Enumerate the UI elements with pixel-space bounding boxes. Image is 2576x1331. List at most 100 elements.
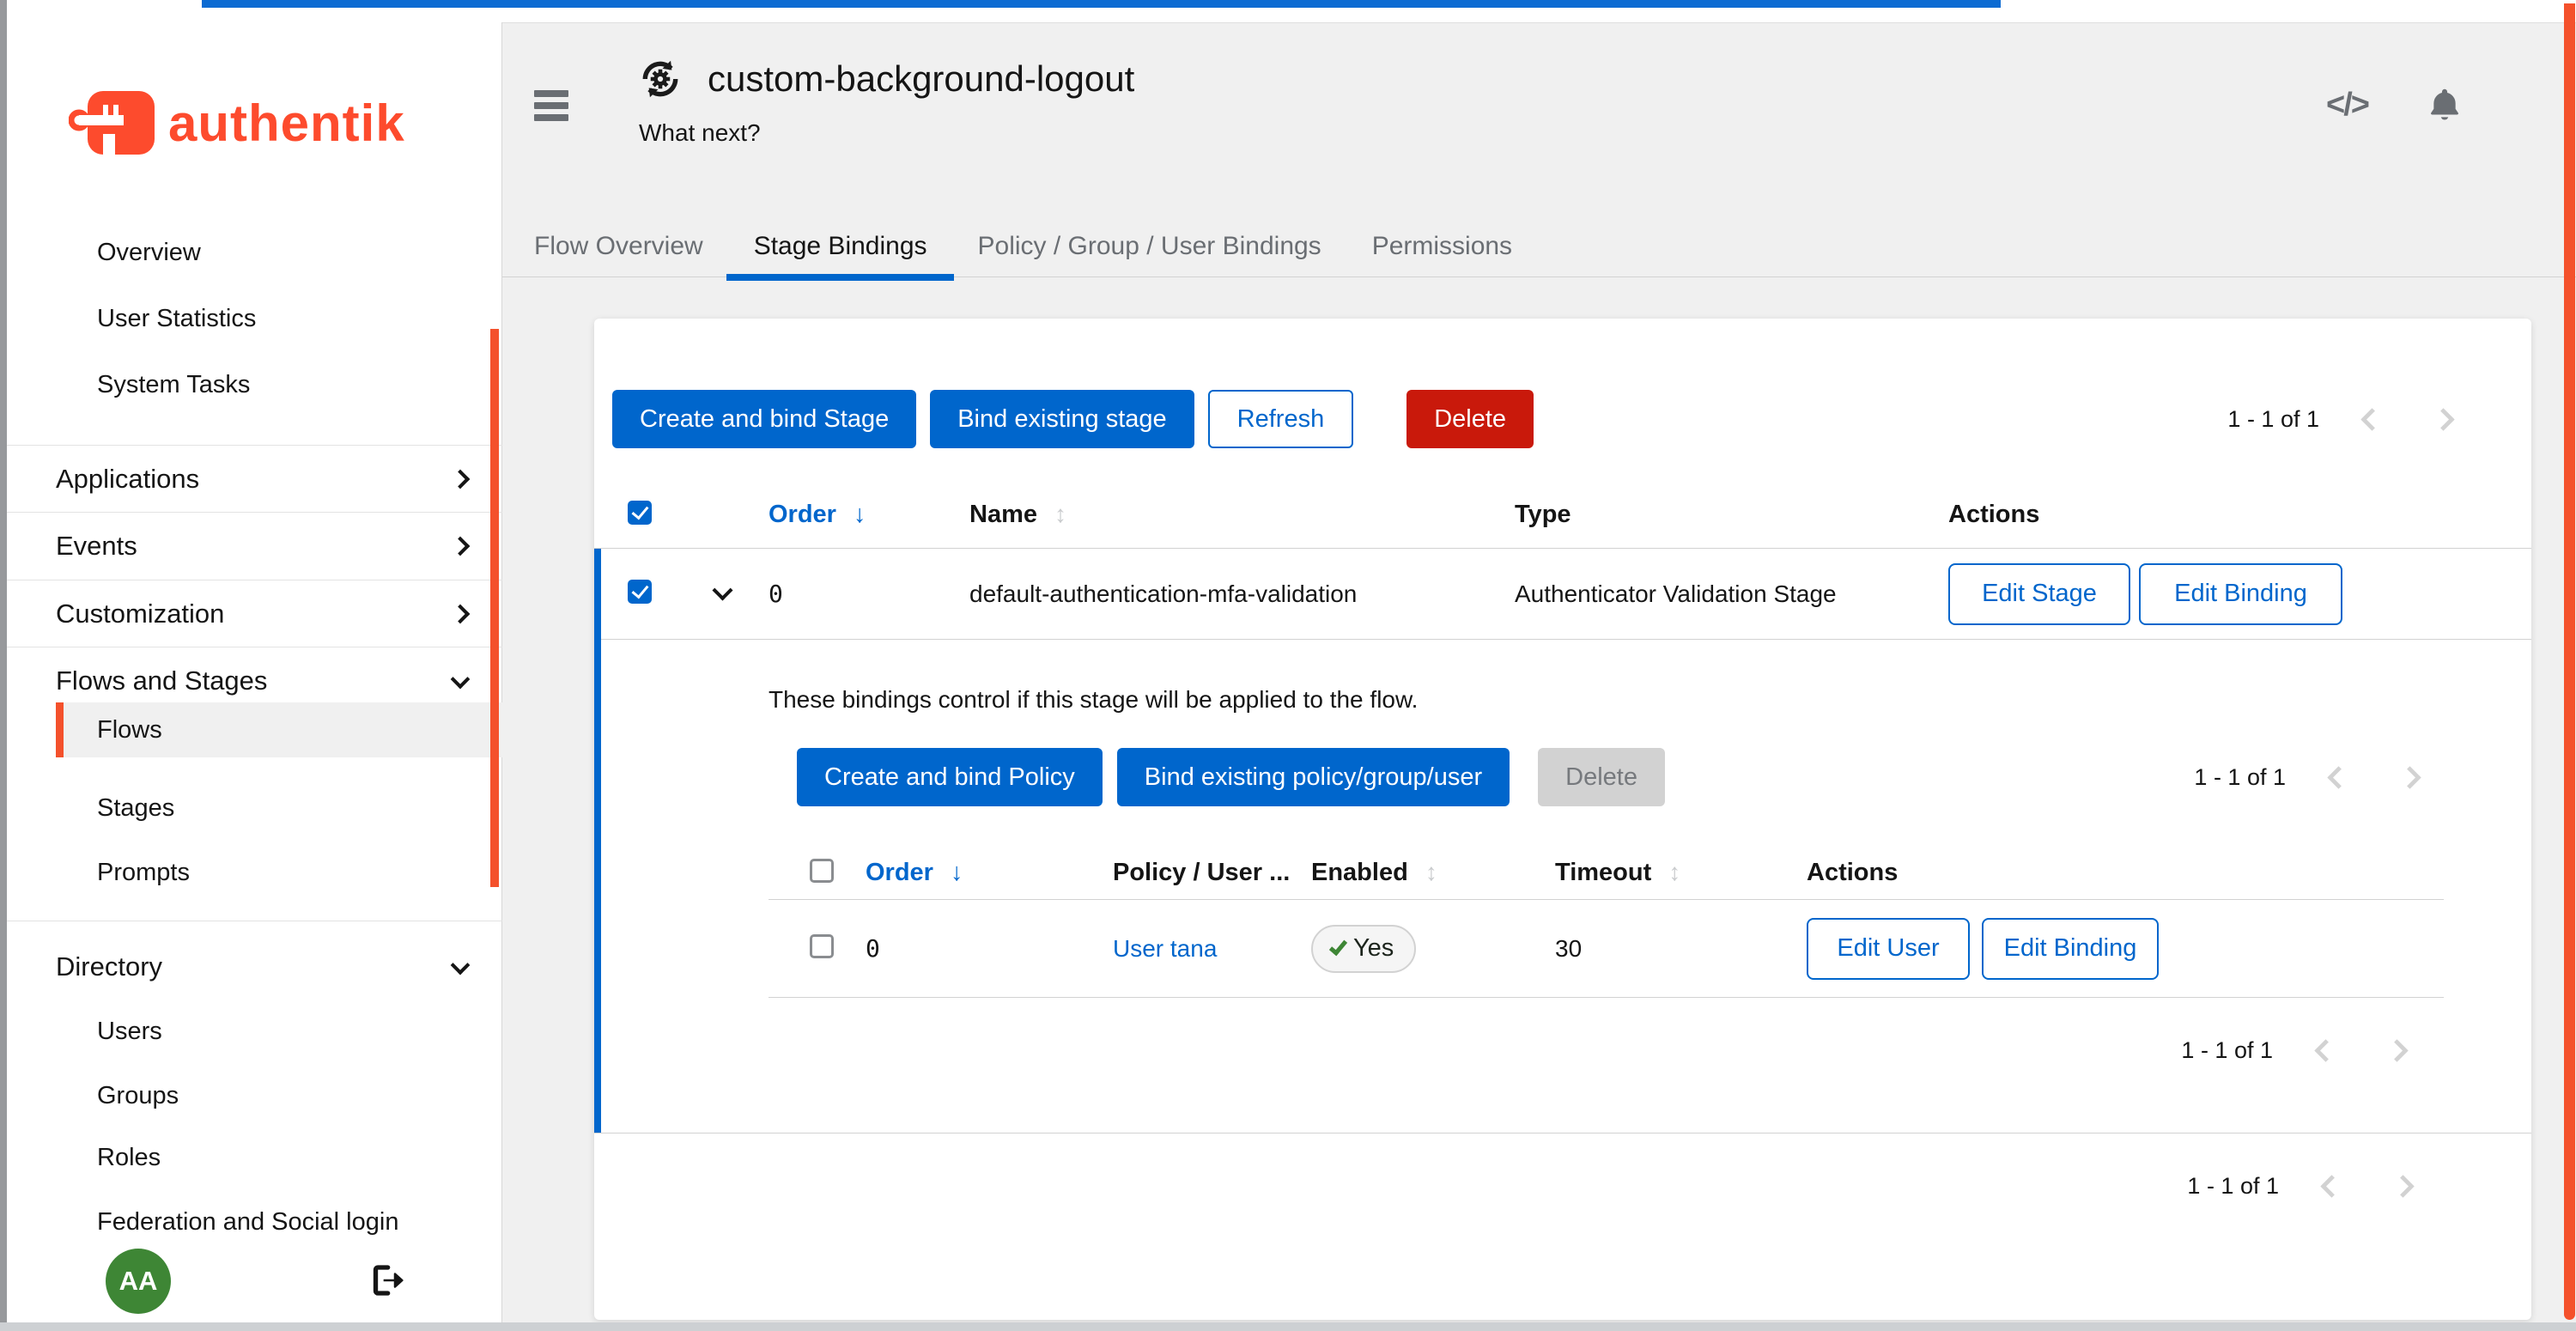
bind-existing-policy-button[interactable]: Bind existing policy/group/user — [1117, 748, 1510, 806]
collapse-row-icon[interactable] — [712, 580, 732, 600]
pagination-prev-icon[interactable] — [2320, 1175, 2343, 1198]
sort-desc-icon: ↓ — [854, 501, 866, 528]
tabbar: Flow Overview Stage Bindings Policy / Gr… — [502, 216, 2576, 277]
sidebar-scrollbar[interactable] — [490, 329, 499, 887]
pagination-next-icon[interactable] — [2432, 408, 2455, 431]
page-scrollbar[interactable] — [2564, 3, 2575, 1320]
authentik-logo-icon — [69, 89, 156, 156]
sort-desc-icon: ↓ — [951, 859, 963, 887]
api-browser-icon[interactable]: </> — [2326, 87, 2368, 124]
column-order[interactable]: Order↓ — [866, 859, 1113, 887]
enabled-badge: Yes — [1311, 925, 1416, 973]
edit-stage-button[interactable]: Edit Stage — [1948, 563, 2130, 625]
sidebar-group-flows-and-stages[interactable]: Flows and Stages — [56, 666, 467, 696]
pagination-label: 1 - 1 of 1 — [2187, 1173, 2279, 1200]
window-left-edge — [0, 0, 7, 1331]
column-timeout[interactable]: Timeout↕ — [1555, 859, 1807, 887]
page-title: custom-background-logout — [708, 58, 1134, 100]
row-type: Authenticator Validation Stage — [1515, 580, 1948, 608]
pagination-prev-icon[interactable] — [2360, 408, 2384, 431]
bind-existing-stage-button[interactable]: Bind existing stage — [930, 390, 1194, 448]
avatar[interactable]: AA — [106, 1249, 171, 1314]
pagination-next-icon[interactable] — [2398, 766, 2421, 789]
active-indicator — [56, 702, 64, 757]
notifications-bell-icon[interactable] — [2425, 85, 2464, 125]
column-policy-user: Policy / User ... — [1113, 859, 1311, 887]
create-and-bind-policy-button[interactable]: Create and bind Policy — [797, 748, 1103, 806]
policy-row-checkbox[interactable] — [810, 934, 834, 958]
chevron-right-icon — [451, 470, 471, 489]
pagination-next-icon[interactable] — [2391, 1175, 2415, 1198]
edit-user-button[interactable]: Edit User — [1807, 918, 1970, 980]
sort-icon: ↕ — [1054, 501, 1066, 527]
policy-table-header: Order↓ Policy / User ... Enabled↕ Timeou… — [769, 846, 2444, 900]
sidebar-item-overview[interactable]: Overview — [97, 239, 201, 267]
sidebar-group-events[interactable]: Events — [56, 531, 467, 562]
sort-icon: ↕ — [1668, 859, 1680, 886]
menu-toggle-icon[interactable] — [534, 90, 568, 131]
sidebar-item-federation[interactable]: Federation and Social login — [97, 1208, 398, 1237]
pagination-prev-icon[interactable] — [2327, 766, 2350, 789]
refresh-button[interactable]: Refresh — [1208, 390, 1354, 448]
policy-pagination-top: 1 - 1 of 1 — [2194, 764, 2418, 791]
delete-button[interactable]: Delete — [1406, 390, 1534, 448]
policy-select-all-checkbox[interactable] — [810, 859, 834, 883]
sidebar-group-applications[interactable]: Applications — [56, 464, 467, 495]
column-order[interactable]: Order↓ — [769, 501, 969, 529]
sidebar-item-users[interactable]: Users — [97, 1018, 162, 1046]
policy-delete-button[interactable]: Delete — [1538, 748, 1665, 806]
sidebar: authentik Overview User Statistics Syste… — [7, 22, 502, 1322]
edit-binding-button[interactable]: Edit Binding — [1982, 918, 2159, 980]
sidebar-item-roles[interactable]: Roles — [97, 1144, 161, 1172]
chevron-right-icon — [451, 537, 471, 556]
sidebar-group-customization[interactable]: Customization — [56, 599, 467, 629]
tab-permissions[interactable]: Permissions — [1372, 216, 1512, 277]
policy-user-link[interactable]: User tana — [1113, 935, 1311, 963]
stage-binding-row[interactable]: 0 default-authentication-mfa-validation … — [594, 549, 2531, 640]
progress-bar — [202, 0, 2001, 8]
sidebar-item-system-tasks[interactable]: System Tasks — [97, 371, 250, 399]
chevron-down-icon — [451, 956, 471, 975]
column-enabled[interactable]: Enabled↕ — [1311, 859, 1555, 887]
flow-icon — [639, 58, 682, 100]
sidebar-footer: AA — [7, 1239, 502, 1322]
policy-binding-row[interactable]: 0 User tana Yes 30 Edit User Edit Bindin… — [769, 900, 2444, 998]
pagination-next-icon[interactable] — [2385, 1039, 2409, 1062]
row-name: default-authentication-mfa-validation — [969, 580, 1515, 608]
edit-binding-button[interactable]: Edit Binding — [2139, 563, 2342, 625]
sidebar-item-prompts[interactable]: Prompts — [97, 859, 190, 887]
authentik-logo-text: authentik — [168, 94, 405, 153]
tab-flow-overview[interactable]: Flow Overview — [534, 216, 703, 277]
stage-table-header: Order↓ Name↕ Type Actions — [594, 482, 2531, 549]
page-subtitle: What next? — [639, 119, 1134, 147]
sidebar-item-stages[interactable]: Stages — [97, 794, 174, 823]
pagination-label: 1 - 1 of 1 — [2227, 406, 2319, 433]
selected-row-block: 0 default-authentication-mfa-validation … — [594, 549, 2531, 1133]
tab-policy-group-user-bindings[interactable]: Policy / Group / User Bindings — [978, 216, 1321, 277]
column-actions: Actions — [1948, 501, 2531, 529]
divider — [7, 445, 502, 446]
window-bottom-edge — [0, 1322, 2576, 1331]
main-content: custom-background-logout What next? </> … — [502, 22, 2576, 1322]
bindings-description: These bindings control if this stage wil… — [769, 640, 2444, 714]
chevron-down-icon — [451, 670, 471, 690]
select-all-checkbox[interactable] — [628, 501, 652, 525]
row-order: 0 — [769, 580, 969, 608]
sidebar-group-directory[interactable]: Directory — [56, 951, 467, 982]
pagination-prev-icon[interactable] — [2314, 1039, 2337, 1062]
column-name[interactable]: Name↕ — [969, 501, 1515, 529]
policy-row-timeout: 30 — [1555, 935, 1807, 963]
column-actions: Actions — [1807, 859, 2444, 887]
create-and-bind-stage-button[interactable]: Create and bind Stage — [612, 390, 916, 448]
column-type: Type — [1515, 501, 1948, 529]
divider — [7, 512, 502, 513]
tab-stage-bindings[interactable]: Stage Bindings — [754, 216, 927, 277]
logout-icon[interactable] — [369, 1263, 404, 1298]
check-icon — [1329, 936, 1347, 955]
chevron-right-icon — [451, 605, 471, 624]
sidebar-item-user-statistics[interactable]: User Statistics — [97, 305, 256, 333]
sidebar-item-groups[interactable]: Groups — [97, 1082, 179, 1110]
authentik-logo[interactable]: authentik — [69, 89, 405, 156]
row-checkbox[interactable] — [628, 580, 652, 604]
sidebar-item-flows[interactable]: Flows — [56, 702, 502, 757]
